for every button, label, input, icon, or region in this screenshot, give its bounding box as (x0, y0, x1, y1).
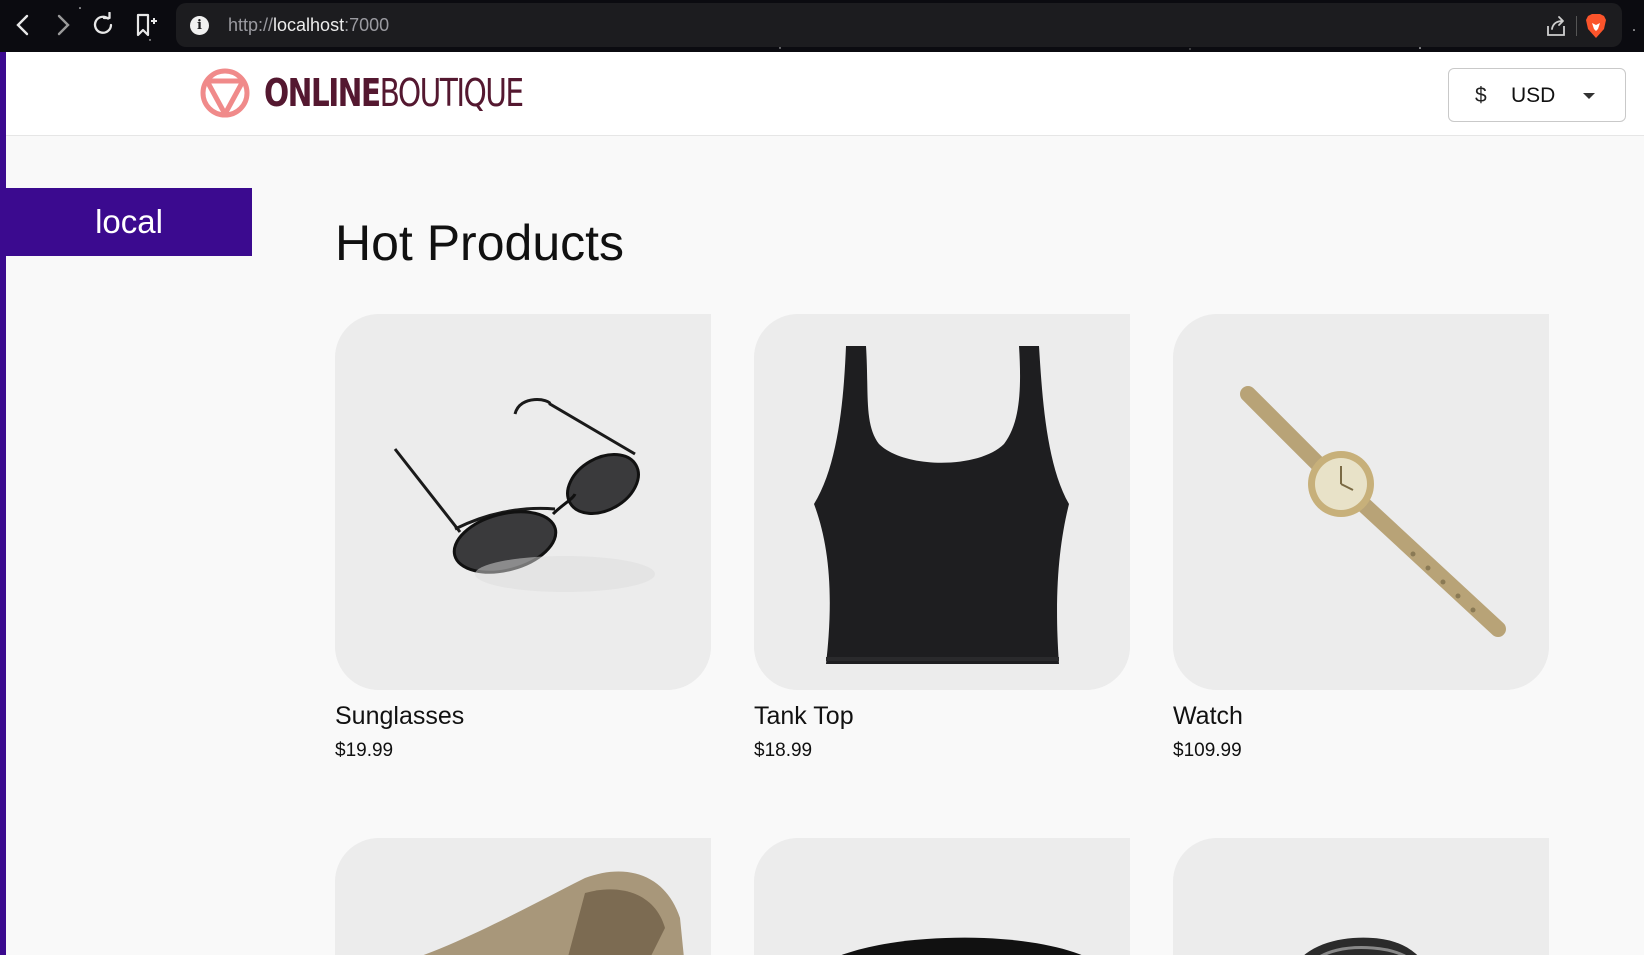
product-name[interactable]: Watch (1173, 702, 1243, 731)
url-host: localhost (273, 15, 345, 35)
browser-toolbar: i http://localhost:7000 (0, 0, 1644, 52)
logo-text-light: BOUTIQUE (379, 71, 525, 115)
caret-down-icon (1583, 93, 1595, 99)
product-card[interactable]: Tank Top $18.99 (754, 314, 1130, 761)
hairdryer-image (754, 838, 1130, 955)
chevron-right-icon[interactable] (48, 10, 78, 40)
product-card[interactable] (1173, 838, 1549, 955)
url-text[interactable]: http://localhost:7000 (228, 15, 389, 36)
product-image[interactable] (754, 838, 1130, 955)
product-card[interactable]: Watch $109.99 (1173, 314, 1549, 761)
product-price: $109.99 (1173, 740, 1242, 761)
product-name[interactable]: Sunglasses (335, 702, 464, 731)
url-scheme: http:// (228, 15, 274, 35)
currency-selector[interactable]: $ USD (1448, 68, 1626, 122)
info-icon[interactable]: i (190, 16, 209, 35)
address-bar[interactable]: i http://localhost:7000 (176, 3, 1622, 47)
product-price: $18.99 (754, 740, 813, 761)
brave-lion-icon[interactable] (1584, 13, 1608, 39)
cluster-badge: local (6, 188, 252, 256)
product-image[interactable] (1173, 314, 1549, 690)
currency-code: USD (1511, 84, 1556, 107)
product-price: $19.99 (335, 740, 394, 761)
product-image[interactable] (335, 838, 711, 955)
product-image[interactable] (754, 314, 1130, 690)
site-header: ONLINEBOUTIQUE $ USD (6, 52, 1644, 136)
page-title: Hot Products (335, 215, 625, 271)
divider (1576, 16, 1577, 36)
watch-image (1173, 314, 1549, 690)
chevron-left-icon[interactable] (8, 10, 38, 40)
product-name[interactable]: Tank Top (754, 702, 854, 731)
product-card[interactable]: Sunglasses $19.99 (335, 314, 711, 761)
url-port: :7000 (344, 15, 390, 35)
reload-icon[interactable] (88, 10, 118, 40)
candle-holder-image (1173, 838, 1549, 955)
product-image[interactable] (1173, 838, 1549, 955)
currency-symbol: $ (1475, 84, 1487, 107)
product-image[interactable] (335, 314, 711, 690)
sunglasses-image (335, 314, 711, 690)
tank-top-image (754, 314, 1130, 690)
product-card[interactable] (754, 838, 1130, 955)
logo-mark-icon (200, 68, 250, 118)
bookmark-icon[interactable] (130, 10, 160, 40)
logo-text: ONLINEBOUTIQUE (264, 71, 525, 115)
loafers-image (335, 838, 711, 955)
logo[interactable]: ONLINEBOUTIQUE (198, 66, 596, 120)
share-icon[interactable] (1544, 14, 1568, 38)
logo-text-bold: ONLINE (264, 71, 381, 115)
product-card[interactable] (335, 838, 711, 955)
